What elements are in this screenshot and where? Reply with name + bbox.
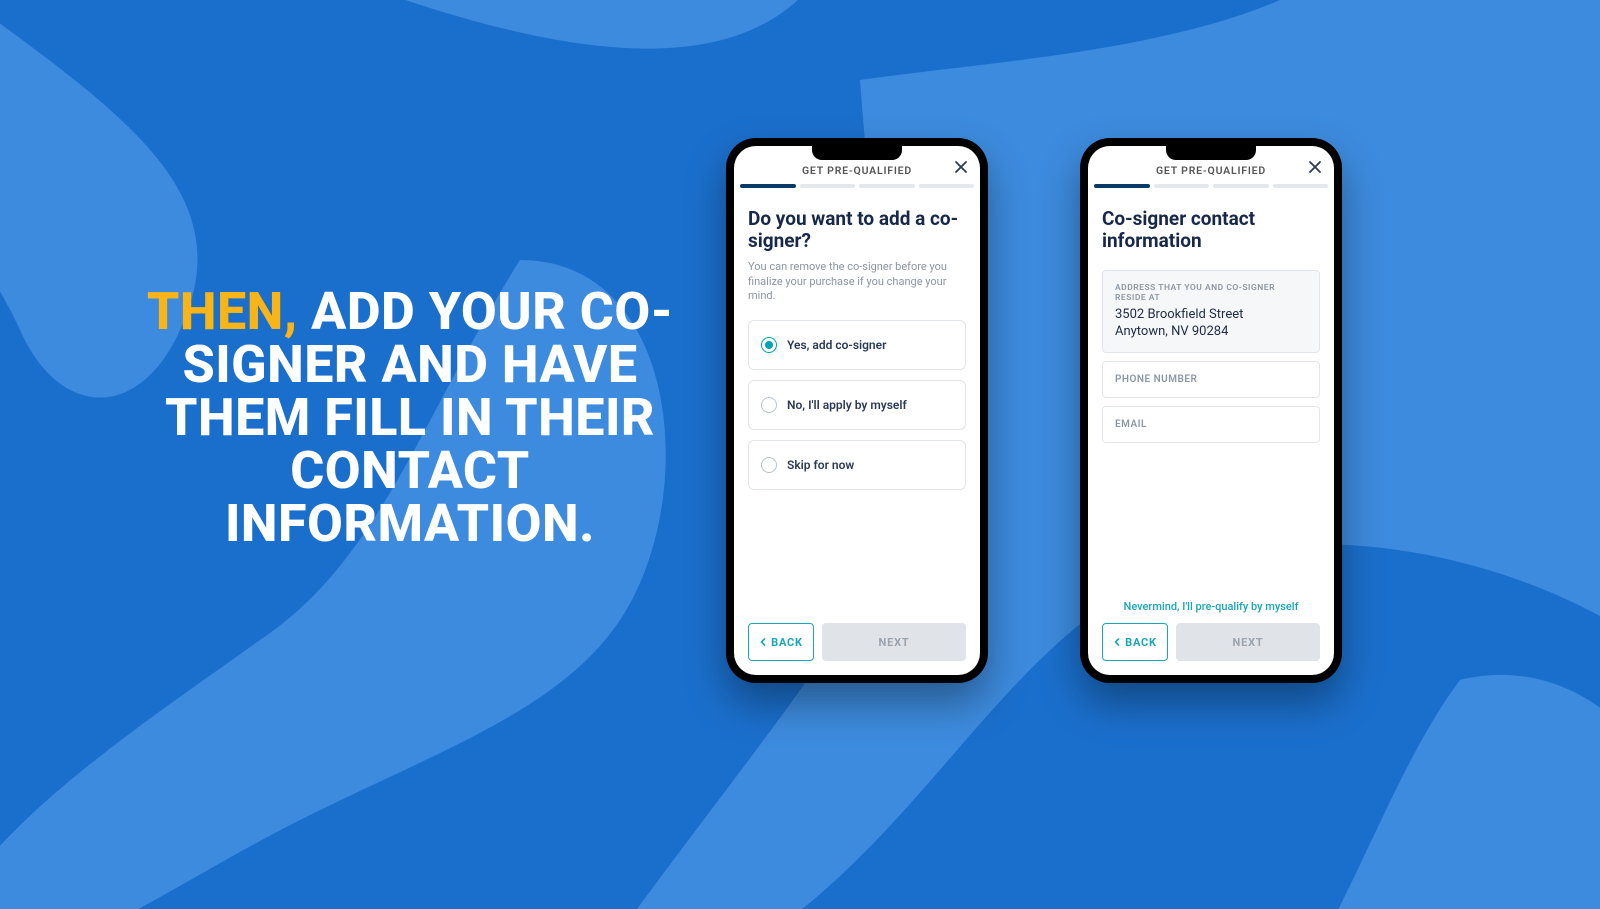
topbar-title: GET PRE-QUALIFIED bbox=[1156, 164, 1266, 177]
nevermind-link[interactable]: Nevermind, I'll pre-qualify by myself bbox=[1102, 600, 1320, 613]
question-subtext: You can remove the co-signer before you … bbox=[748, 260, 966, 305]
phone-notch bbox=[1166, 146, 1256, 160]
question-title: Do you want to add a co-signer? bbox=[748, 208, 966, 252]
phone-notch bbox=[812, 146, 902, 160]
phone-mockup-2: GET PRE-QUALIFIED Co-signer contact info… bbox=[1080, 138, 1342, 683]
slide-stage: THEN, ADD YOUR CO-SIGNER AND HAVE THEM F… bbox=[0, 0, 1600, 909]
progress-bar bbox=[1088, 184, 1334, 188]
next-button[interactable]: NEXT bbox=[1176, 623, 1320, 661]
phone-mockup-1: GET PRE-QUALIFIED Do you want to add a c… bbox=[726, 138, 988, 683]
content-area: Co-signer contact information ADDRESS TH… bbox=[1088, 192, 1334, 623]
radio-icon bbox=[761, 397, 777, 413]
footer-buttons: BACK NEXT bbox=[734, 623, 980, 675]
progress-seg bbox=[800, 184, 856, 188]
topbar-title: GET PRE-QUALIFIED bbox=[802, 164, 912, 177]
back-button[interactable]: BACK bbox=[1102, 623, 1168, 661]
progress-seg bbox=[1213, 184, 1269, 188]
progress-seg bbox=[1094, 184, 1150, 188]
email-field[interactable]: EMAIL bbox=[1102, 406, 1320, 443]
phone-number-field[interactable]: PHONE NUMBER bbox=[1102, 361, 1320, 398]
address-label: ADDRESS THAT YOU AND CO-SIGNER RESIDE AT bbox=[1115, 283, 1307, 303]
option-apply-myself[interactable]: No, I'll apply by myself bbox=[748, 380, 966, 430]
option-label: Skip for now bbox=[787, 458, 854, 472]
spacer bbox=[1102, 260, 1320, 270]
back-label: BACK bbox=[1125, 636, 1157, 649]
phone-screen-2: GET PRE-QUALIFIED Co-signer contact info… bbox=[1088, 146, 1334, 675]
back-label: BACK bbox=[771, 636, 803, 649]
footer-buttons: BACK NEXT bbox=[1088, 623, 1334, 675]
address-field[interactable]: ADDRESS THAT YOU AND CO-SIGNER RESIDE AT… bbox=[1102, 270, 1320, 354]
progress-seg bbox=[919, 184, 975, 188]
option-skip[interactable]: Skip for now bbox=[748, 440, 966, 490]
close-icon[interactable] bbox=[954, 160, 968, 174]
address-line1: 3502 Brookfield Street bbox=[1115, 307, 1307, 324]
next-label: NEXT bbox=[879, 636, 910, 649]
email-placeholder: EMAIL bbox=[1115, 419, 1307, 430]
phone-screen-1: GET PRE-QUALIFIED Do you want to add a c… bbox=[734, 146, 980, 675]
phone-placeholder: PHONE NUMBER bbox=[1115, 374, 1307, 385]
progress-seg bbox=[740, 184, 796, 188]
progress-seg bbox=[859, 184, 915, 188]
next-button[interactable]: NEXT bbox=[822, 623, 966, 661]
progress-seg bbox=[1273, 184, 1329, 188]
option-yes-cosigner[interactable]: Yes, add co-signer bbox=[748, 320, 966, 370]
radio-icon bbox=[761, 337, 777, 353]
next-label: NEXT bbox=[1233, 636, 1264, 649]
radio-icon bbox=[761, 457, 777, 473]
chevron-left-icon bbox=[759, 638, 767, 646]
option-label: Yes, add co-signer bbox=[787, 338, 886, 352]
headline: THEN, ADD YOUR CO-SIGNER AND HAVE THEM F… bbox=[130, 285, 690, 550]
section-heading: Co-signer contact information bbox=[1102, 208, 1320, 252]
chevron-left-icon bbox=[1113, 638, 1121, 646]
content-area: Do you want to add a co-signer? You can … bbox=[734, 192, 980, 623]
close-icon[interactable] bbox=[1308, 160, 1322, 174]
headline-accent: THEN, bbox=[147, 281, 298, 342]
progress-bar bbox=[734, 184, 980, 188]
progress-seg bbox=[1154, 184, 1210, 188]
back-button[interactable]: BACK bbox=[748, 623, 814, 661]
address-line2: Anytown, NV 90284 bbox=[1115, 324, 1307, 341]
option-label: No, I'll apply by myself bbox=[787, 398, 907, 412]
